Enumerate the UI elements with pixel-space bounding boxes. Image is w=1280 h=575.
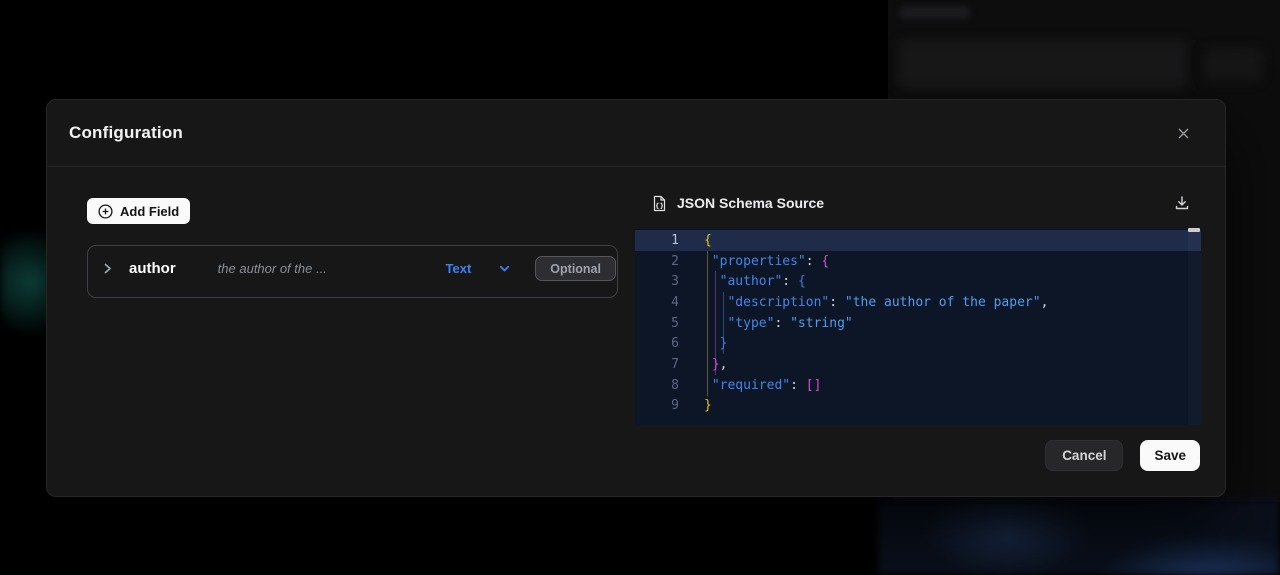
scrollbar-thumb[interactable] — [1188, 228, 1200, 232]
schema-panel-title: JSON Schema Source — [677, 195, 824, 211]
code-line: 1{ — [635, 230, 1201, 251]
background-blurred-card-small — [1203, 48, 1263, 82]
add-field-button[interactable]: Add Field — [87, 198, 190, 224]
code-text: "description": "the author of the paper"… — [679, 295, 1048, 310]
code-text: { — [679, 233, 712, 248]
scrollbar-track — [1188, 228, 1201, 425]
configuration-dialog: Configuration Add Field — [46, 99, 1226, 497]
field-controls: Text Optional — [446, 256, 616, 281]
field-type-value: Text — [446, 261, 472, 276]
line-number: 1 — [635, 233, 679, 248]
chevron-right-icon — [101, 262, 114, 275]
code-line: 2 "properties": { — [635, 251, 1201, 272]
expand-field-button[interactable] — [97, 259, 117, 279]
line-number: 3 — [635, 274, 679, 289]
download-icon — [1174, 195, 1190, 211]
code-text: "type": "string" — [679, 316, 853, 331]
line-number: 2 — [635, 254, 679, 269]
close-button[interactable] — [1171, 121, 1195, 145]
line-number: 8 — [635, 378, 679, 393]
code-line: 5 "type": "string" — [635, 313, 1201, 334]
file-json-icon — [651, 195, 668, 212]
optional-toggle-badge[interactable]: Optional — [535, 256, 616, 281]
code-text: "author": { — [679, 274, 806, 289]
plus-circle-icon — [98, 204, 113, 219]
schema-header: JSON Schema Source — [635, 194, 1201, 212]
dialog-header: Configuration — [47, 100, 1225, 167]
chevron-down-icon — [498, 262, 511, 275]
line-number: 6 — [635, 336, 679, 351]
code-line: 7 }, — [635, 354, 1201, 375]
dialog-footer: Cancel Save — [1045, 440, 1200, 471]
close-icon — [1176, 126, 1191, 141]
field-row-author: author the author of the ... Text Option… — [87, 245, 618, 298]
json-code-editor[interactable]: 1{2 "properties": {3 "author": {4 "descr… — [635, 228, 1201, 425]
code-text: "properties": { — [679, 254, 829, 269]
field-description: the author of the ... — [218, 261, 327, 276]
page-title: Configuration — [69, 123, 183, 143]
schema-panel: JSON Schema Source 1{2 "properties": {3 … — [635, 167, 1201, 425]
line-number: 4 — [635, 295, 679, 310]
dialog-body: Add Field author the author of the ... T… — [47, 167, 1225, 425]
code-text: "required": [] — [679, 378, 821, 393]
background-blue-glow — [878, 500, 1280, 575]
field-row-content: author the author of the ... Text Option… — [88, 246, 617, 281]
line-number: 5 — [635, 316, 679, 331]
code-text: } — [679, 336, 727, 351]
background-blurred-card — [898, 40, 1188, 90]
field-name: author — [129, 260, 176, 277]
save-button[interactable]: Save — [1140, 440, 1200, 471]
line-number: 9 — [635, 398, 679, 413]
download-button[interactable] — [1172, 193, 1192, 213]
code-line: 6 } — [635, 333, 1201, 354]
add-field-label: Add Field — [120, 204, 179, 219]
code-text: } — [679, 398, 712, 413]
code-line: 4 "description": "the author of the pape… — [635, 292, 1201, 313]
cancel-button[interactable]: Cancel — [1045, 440, 1123, 471]
code-line: 8 "required": [] — [635, 375, 1201, 396]
field-type-select[interactable]: Text — [446, 261, 512, 276]
background-blurred-chip — [900, 6, 970, 19]
code-lines: 1{2 "properties": {3 "author": {4 "descr… — [635, 230, 1201, 416]
code-line: 9} — [635, 396, 1201, 417]
line-number: 7 — [635, 357, 679, 372]
fields-panel: Add Field author the author of the ... T… — [87, 167, 618, 425]
code-text: }, — [679, 357, 727, 372]
code-line: 3 "author": { — [635, 271, 1201, 292]
